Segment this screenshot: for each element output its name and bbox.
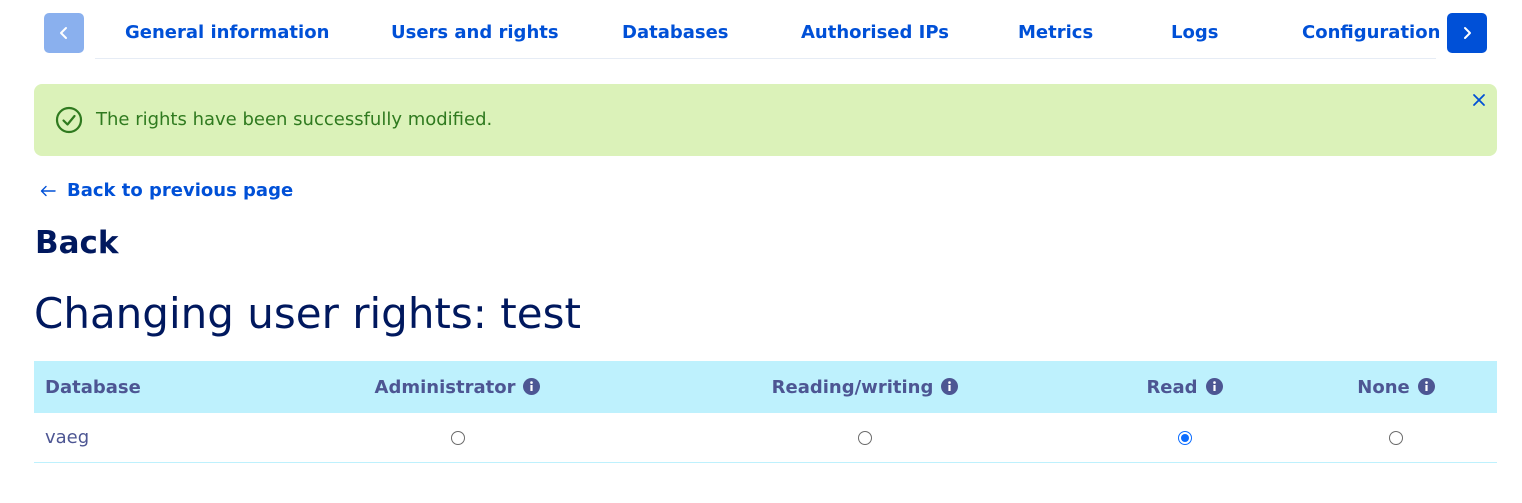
table-header-row: Database Administrator Reading/writing R… (34, 361, 1497, 413)
tab-users-and-rights[interactable]: Users and rights (391, 21, 559, 45)
column-header-administrator: Administrator (259, 361, 656, 413)
column-header-label: Database (45, 376, 141, 398)
close-icon[interactable] (1471, 92, 1487, 108)
info-icon[interactable] (523, 377, 541, 395)
reading-writing-cell (656, 413, 1074, 463)
tab-databases[interactable]: Databases (622, 21, 729, 45)
back-to-previous-page-link[interactable]: Back to previous page (40, 179, 293, 203)
back-link-label: Back to previous page (67, 180, 294, 201)
administrator-radio[interactable] (450, 431, 465, 445)
tab-logs[interactable]: Logs (1171, 21, 1218, 45)
column-header-none: None (1295, 361, 1497, 413)
read-radio[interactable] (1177, 431, 1192, 445)
table-row: vaeg (34, 413, 1497, 463)
check-circle-icon (55, 106, 83, 134)
none-cell (1295, 413, 1497, 463)
back-heading: Back (35, 225, 119, 261)
read-cell (1074, 413, 1295, 463)
column-header-label: Read (1146, 376, 1198, 398)
success-banner: The rights have been successfully modifi… (34, 84, 1497, 156)
chevron-left-icon (60, 27, 67, 39)
arrow-left-icon (40, 185, 56, 197)
tabs-divider (95, 58, 1436, 59)
rights-table: Database Administrator Reading/writing R… (34, 361, 1497, 463)
database-name-cell: vaeg (34, 413, 259, 463)
info-icon[interactable] (1417, 377, 1435, 395)
banner-message: The rights have been successfully modifi… (96, 109, 493, 130)
page-title: Changing user rights: test (34, 289, 581, 338)
tab-metrics[interactable]: Metrics (1018, 21, 1093, 45)
column-header-reading-writing: Reading/writing (656, 361, 1074, 413)
administrator-cell (259, 413, 656, 463)
tabs-next-button[interactable] (1447, 13, 1487, 53)
column-header-label: Reading/writing (771, 376, 934, 398)
column-header-label: Administrator (374, 376, 516, 398)
column-header-label: None (1357, 376, 1410, 398)
column-header-read: Read (1074, 361, 1295, 413)
chevron-right-icon (1464, 27, 1471, 39)
column-header-database: Database (34, 361, 259, 413)
none-radio[interactable] (1389, 431, 1403, 445)
reading-writing-radio[interactable] (858, 431, 872, 445)
info-icon[interactable] (1205, 377, 1223, 395)
tab-general-information[interactable]: General information (125, 21, 329, 45)
tabs-bar: General information Users and rights Dat… (0, 0, 1522, 70)
tabs-prev-button[interactable] (44, 13, 84, 53)
tab-authorised-ips[interactable]: Authorised IPs (801, 21, 949, 45)
info-icon[interactable] (941, 377, 959, 395)
tab-configuration[interactable]: Configuration (1302, 21, 1440, 45)
